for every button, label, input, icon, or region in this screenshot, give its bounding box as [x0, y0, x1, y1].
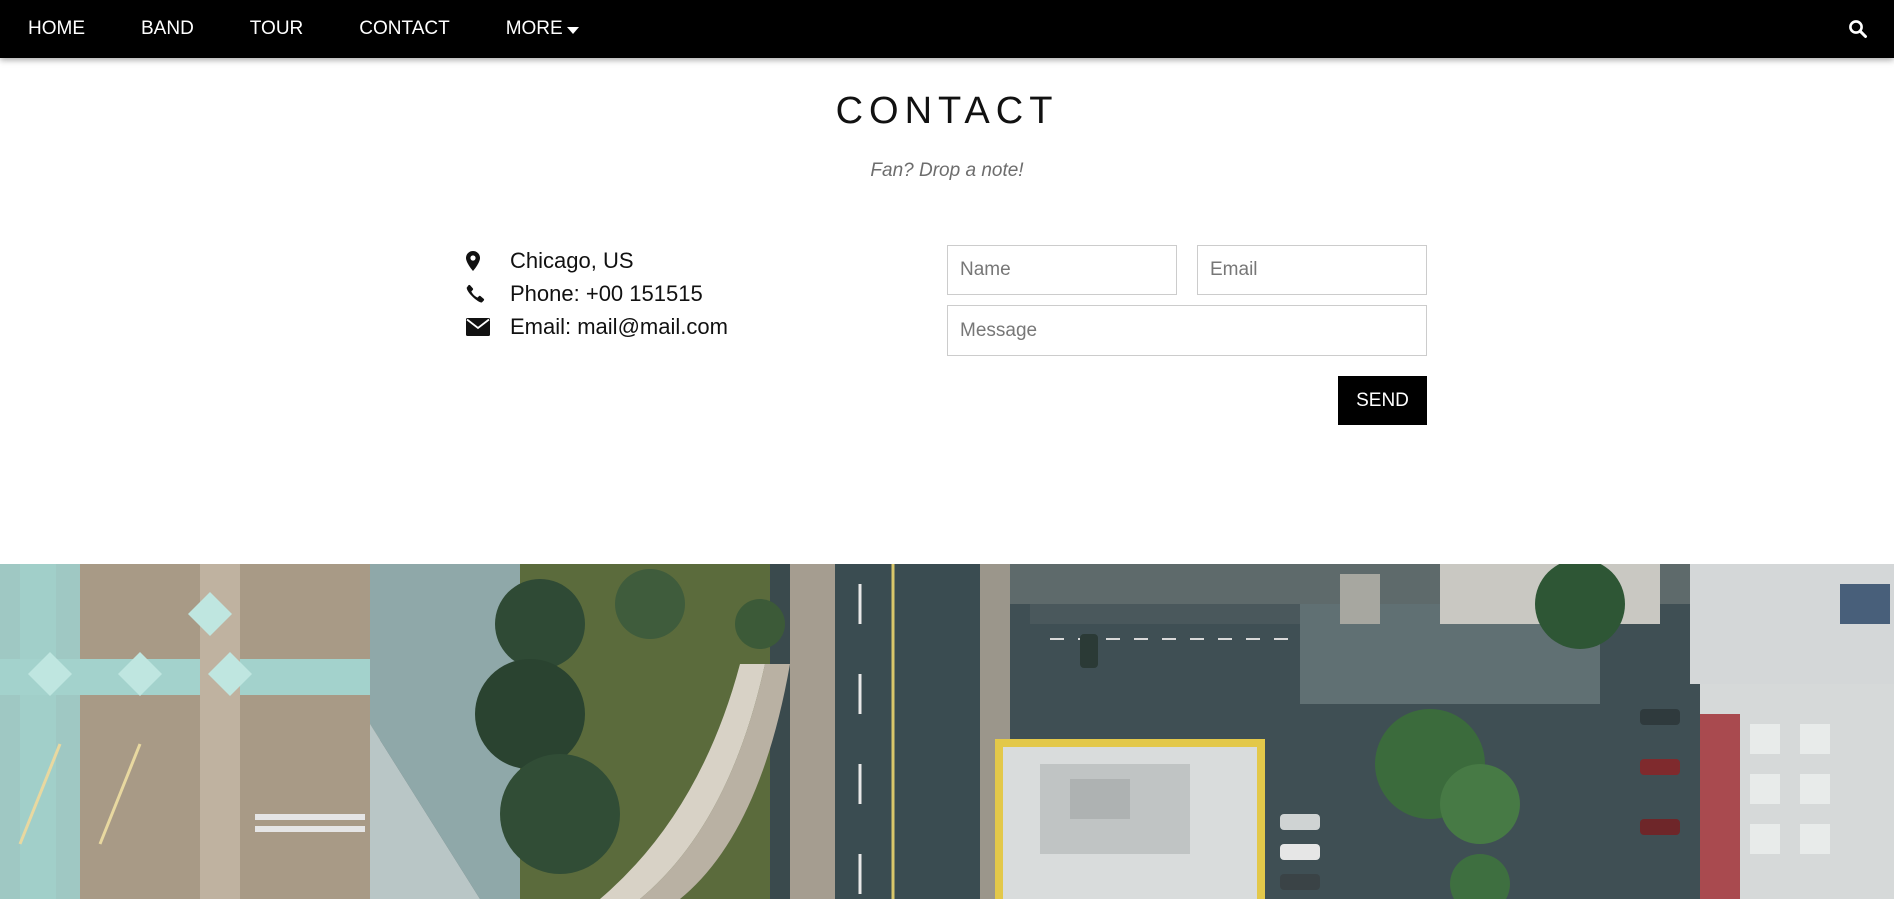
message-input[interactable]: [947, 305, 1427, 356]
nav-item-label: BAND: [141, 18, 194, 39]
email-input[interactable]: [1197, 245, 1427, 295]
contact-info-text: Phone: +00 151515: [510, 280, 703, 306]
envelope-icon: [466, 317, 490, 336]
nav-item-label: MORE: [505, 18, 563, 39]
phone-icon: [466, 284, 485, 303]
nav-item-label: CONTACT: [359, 18, 450, 39]
contact-info-email: Email: mail@mail.com: [462, 310, 902, 343]
contact-section: CONTACT Fan? Drop a note! Chicago, US Ph…: [0, 58, 1894, 564]
nav-search-button[interactable]: [1838, 0, 1878, 58]
send-button[interactable]: SEND: [1338, 376, 1427, 425]
nav-dropdown-more[interactable]: MORE: [478, 0, 607, 58]
caret-down-icon: [566, 26, 579, 34]
contact-info-phone: Phone: +00 151515: [462, 277, 902, 310]
nav-item-tour[interactable]: TOUR: [222, 0, 331, 58]
contact-info-text: Email: mail@mail.com: [510, 313, 728, 339]
nav-item-contact[interactable]: CONTACT: [331, 0, 477, 58]
contact-info-list: Chicago, US Phone: +00 151515 Email: mai…: [462, 244, 902, 343]
contact-info-location: Chicago, US: [462, 244, 902, 277]
contact-info-text: Chicago, US: [510, 247, 634, 273]
aerial-city-illustration: [0, 564, 1894, 899]
nav-item-band[interactable]: BAND: [113, 0, 222, 58]
name-input[interactable]: [947, 245, 1177, 295]
search-icon: [1849, 20, 1867, 38]
map-marker-icon: [466, 250, 480, 271]
nav-item-label: TOUR: [249, 18, 304, 39]
nav-item-label: HOME: [28, 18, 85, 39]
top-navigation-bar: HOME BAND TOUR CONTACT MORE: [0, 0, 1894, 58]
section-subtitle: Fan? Drop a note!: [870, 160, 1024, 181]
aerial-city-image: [0, 564, 1894, 899]
section-title: CONTACT: [835, 90, 1059, 132]
nav-item-home[interactable]: HOME: [0, 0, 113, 58]
